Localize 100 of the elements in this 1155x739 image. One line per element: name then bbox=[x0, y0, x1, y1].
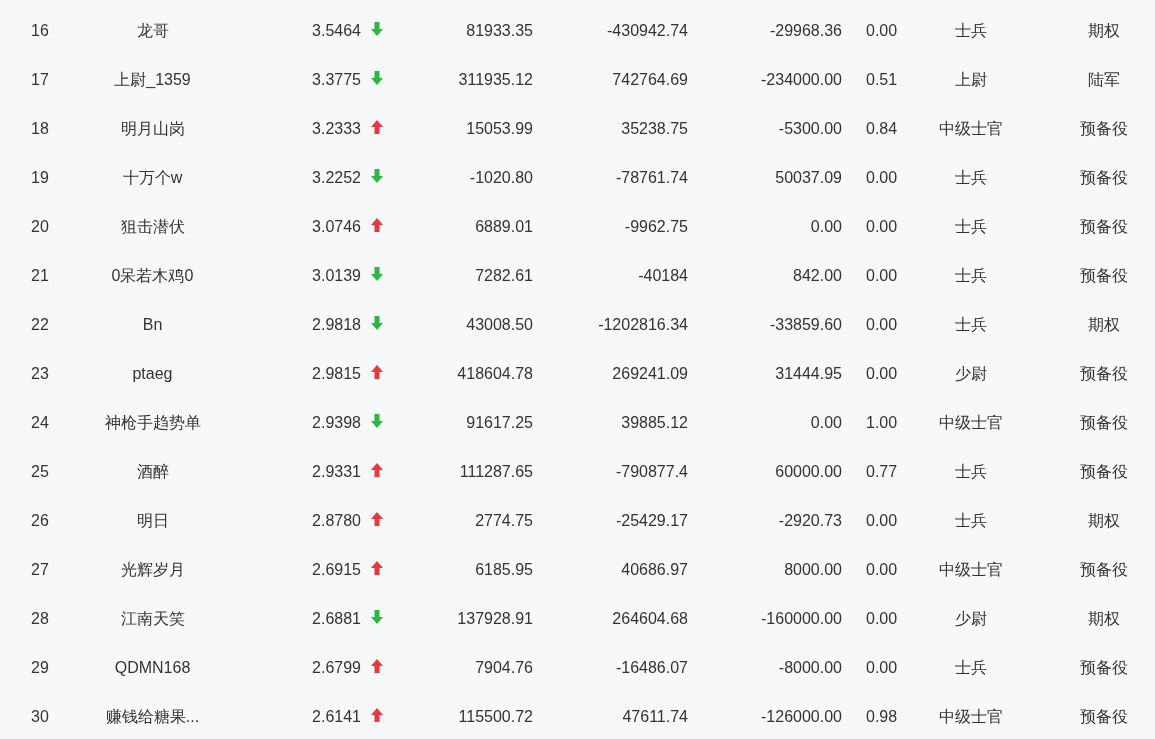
table-cell-text: 23 bbox=[31, 363, 49, 384]
table-cell-text: 0.00 bbox=[866, 216, 898, 237]
table-cell-text: 2.6799 bbox=[312, 657, 361, 678]
table-cell-text: -2920.73 bbox=[778, 510, 842, 531]
table-cell-text: -29968.36 bbox=[769, 20, 842, 41]
table-cell-text: 0.00 bbox=[866, 167, 898, 188]
table-cell-text: 43008.50 bbox=[466, 314, 533, 335]
table-cell-text: 士兵 bbox=[955, 657, 987, 678]
table-cell-text: 2.6141 bbox=[312, 706, 361, 727]
table-cell-text: 0.00 bbox=[866, 20, 898, 41]
table-cell-text: 264604.68 bbox=[612, 608, 688, 629]
table-cell-text: 39885.12 bbox=[621, 412, 688, 433]
table-cell-text: 十万个w bbox=[122, 167, 183, 188]
table-cell-text: Bn bbox=[142, 314, 163, 335]
table-cell-text: 115500.72 bbox=[458, 706, 533, 727]
table-cell-text: -234000.00 bbox=[761, 69, 842, 90]
table-cell-text: 3.0746 bbox=[312, 216, 361, 237]
table-cell-text: 期权 bbox=[1087, 608, 1120, 629]
table-cell-text: 士兵 bbox=[955, 20, 987, 41]
table-cell-text: -1020.80 bbox=[469, 167, 533, 188]
table-cell-text: 预备役 bbox=[1079, 559, 1128, 580]
table-cell-text: -16486.07 bbox=[615, 657, 688, 678]
table-cell-text: 25 bbox=[31, 461, 49, 482]
table-cell-text: 7904.76 bbox=[475, 657, 533, 678]
table-cell-text: 明日 bbox=[136, 510, 169, 531]
table-cell-text: 0.00 bbox=[866, 314, 898, 335]
table-cell-text: 0.00 bbox=[810, 412, 842, 433]
table-cell-text: 0.84 bbox=[866, 118, 898, 139]
table-cell-text: 中级士官 bbox=[939, 412, 1003, 433]
table-cell-text: 士兵 bbox=[955, 510, 987, 531]
table-cell-text: 418604.78 bbox=[457, 363, 533, 384]
table-cell-text: 中级士官 bbox=[939, 706, 1003, 727]
table-cell-text: 742764.69 bbox=[612, 69, 688, 90]
table-cell-text: 士兵 bbox=[955, 265, 987, 286]
table-cell-text: 期权 bbox=[1087, 314, 1120, 335]
table-cell-text: 0.00 bbox=[866, 363, 898, 384]
table-cell-text: 预备役 bbox=[1079, 265, 1128, 286]
table-cell-text: 3.3775 bbox=[312, 69, 361, 90]
table-cell-text: 0.98 bbox=[866, 706, 898, 727]
table-cell-text: 预备役 bbox=[1079, 412, 1128, 433]
table-cell-text: 91617.25 bbox=[466, 412, 533, 433]
table-cell-text: 21 bbox=[31, 265, 49, 286]
table-cell-text: ptaeg bbox=[132, 363, 173, 384]
table-cell-text: 士兵 bbox=[955, 216, 987, 237]
table-cell-text: 预备役 bbox=[1079, 657, 1128, 678]
table-cell-text: 酒醉 bbox=[136, 461, 169, 482]
table-cell-text: 中级士官 bbox=[939, 559, 1003, 580]
table-cell-text: 8000.00 bbox=[784, 559, 842, 580]
table-cell-text: 3.0139 bbox=[312, 265, 361, 286]
table-cell-text: 0呆若木鸡0 bbox=[111, 265, 194, 286]
table-cell-text: 47611.74 bbox=[622, 706, 688, 727]
table-cell-text: 842.00 bbox=[793, 265, 842, 286]
table-cell-text: 17 bbox=[31, 69, 49, 90]
table-cell-text: -1202816.34 bbox=[598, 314, 688, 335]
table-cell-text: 311935.12 bbox=[458, 69, 533, 90]
table-cell-text: -160000.00 bbox=[761, 608, 842, 629]
table-cell-text: 预备役 bbox=[1079, 167, 1128, 188]
table-cell-text: 16 bbox=[31, 20, 49, 41]
table-cell-text: 40686.97 bbox=[621, 559, 688, 580]
table-cell-text: 陆军 bbox=[1087, 69, 1120, 90]
table-cell-text: -40184 bbox=[638, 265, 688, 286]
table-cell-text: 0.77 bbox=[866, 461, 898, 482]
table-cell-text: 29 bbox=[31, 657, 49, 678]
table-cell-text: 20 bbox=[31, 216, 49, 237]
table-cell-text: 30 bbox=[31, 706, 49, 727]
table-cell-text: 18 bbox=[31, 118, 49, 139]
table-cell-text: 31444.95 bbox=[775, 363, 842, 384]
table-cell-text: 50037.09 bbox=[775, 167, 842, 188]
table-cell-text: 中级士官 bbox=[939, 118, 1003, 139]
table-cell-text: -126000.00 bbox=[761, 706, 842, 727]
table-cell-text: 2.9331 bbox=[312, 461, 361, 482]
table-cell-text: 7282.61 bbox=[475, 265, 533, 286]
table-cell-text: 28 bbox=[31, 608, 49, 629]
table-cell-text: 期权 bbox=[1087, 510, 1120, 531]
table-cell-text: QDMN168 bbox=[114, 657, 191, 678]
table-cell-text: 2774.75 bbox=[475, 510, 533, 531]
table-cell-text: 0.00 bbox=[810, 216, 842, 237]
table-cell-text: 上尉_1359 bbox=[114, 69, 191, 90]
table-cell-text: 2.8780 bbox=[312, 510, 361, 531]
table-cell-text: -790877.4 bbox=[615, 461, 688, 482]
table-cell-text: 0.00 bbox=[866, 510, 898, 531]
table-cell-text: 0.51 bbox=[866, 69, 898, 90]
table-cell-text: 22 bbox=[31, 314, 49, 335]
table-cell-text: -430942.74 bbox=[607, 20, 688, 41]
table-cell-text: 15053.99 bbox=[466, 118, 533, 139]
table-cell-text: 期权 bbox=[1087, 20, 1120, 41]
table-cell-text: -5300.00 bbox=[778, 118, 842, 139]
table-cell-text: 龙哥 bbox=[136, 20, 169, 41]
table-cell-text: 24 bbox=[31, 412, 49, 433]
table-cell-text: 士兵 bbox=[955, 461, 987, 482]
table-cell-text: 神枪手趋势单 bbox=[104, 412, 201, 433]
table-cell-text: 明月山岗 bbox=[120, 118, 185, 139]
table-cell-text: 江南天笑 bbox=[120, 608, 185, 629]
table-cell-text: 27 bbox=[31, 559, 49, 580]
table-cell-text: 上尉 bbox=[955, 69, 987, 90]
table-cell-text: 6185.95 bbox=[475, 559, 533, 580]
table-cell-text: 少尉 bbox=[955, 608, 987, 629]
table-cell-text: -33859.60 bbox=[769, 314, 842, 335]
table-cell-text: 预备役 bbox=[1079, 706, 1128, 727]
table-cell-text: 2.9815 bbox=[312, 363, 361, 384]
